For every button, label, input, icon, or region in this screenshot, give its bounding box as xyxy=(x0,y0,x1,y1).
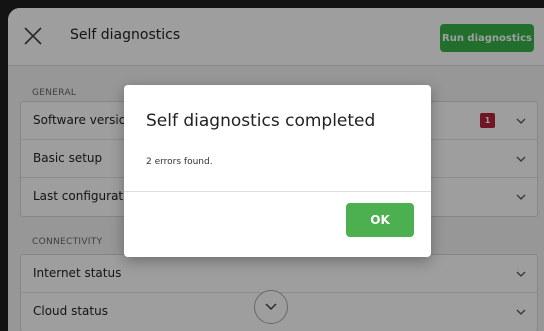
ok-button[interactable]: OK xyxy=(346,203,414,237)
dialog-title: Self diagnostics completed xyxy=(146,111,376,131)
diagnostics-dialog: Self diagnostics completed 2 errors foun… xyxy=(124,85,431,257)
dialog-message: 2 errors found. xyxy=(146,157,213,167)
dialog-divider xyxy=(124,191,431,192)
